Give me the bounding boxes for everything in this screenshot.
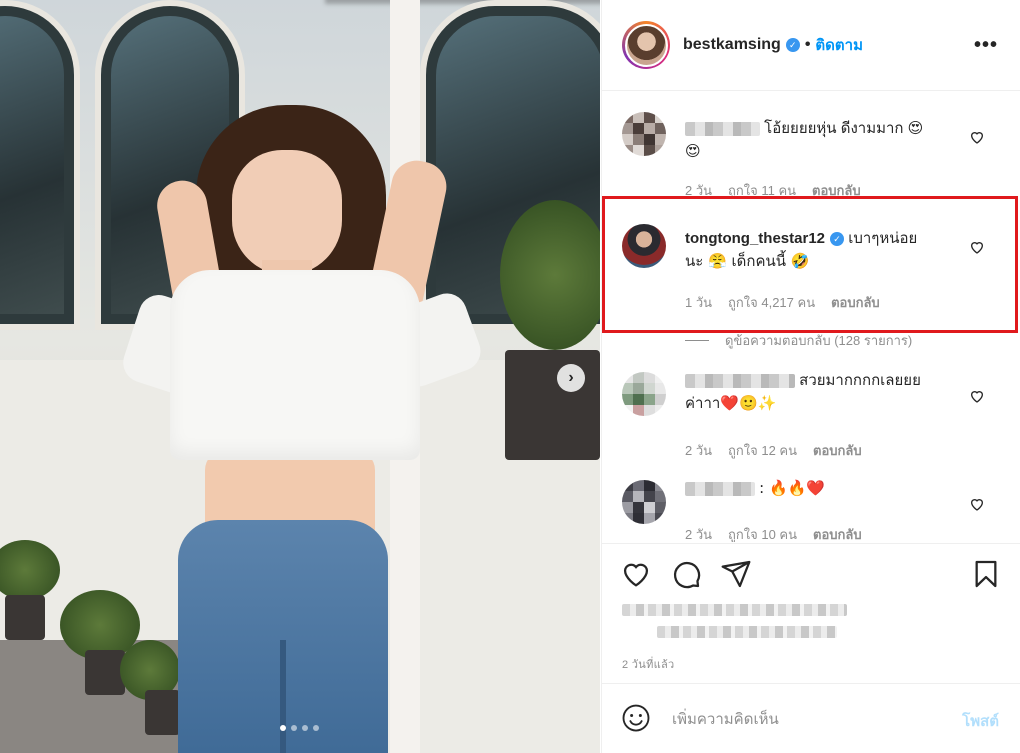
- post-sidebar: bestkamsing ✓ • ติดตาม ••• โอ้ยยยยหุ่น ด…: [601, 0, 1020, 753]
- commenter-avatar-blurred[interactable]: [622, 480, 666, 524]
- background-window: [0, 0, 80, 330]
- comment-composer: โพสต์: [602, 683, 1020, 753]
- comment-likes[interactable]: ถูกใจ 4,217 คน: [728, 292, 815, 313]
- carousel-dot: [313, 725, 319, 731]
- blurred-username[interactable]: [685, 374, 795, 389]
- plant-pot: [145, 690, 180, 735]
- comment-likes[interactable]: ถูกใจ 12 คน: [728, 440, 797, 461]
- bookmark-icon[interactable]: [970, 558, 1002, 590]
- comment-body: : 🔥🔥❤️: [685, 477, 955, 500]
- comment-age: 1 วัน: [685, 295, 713, 310]
- carousel-dot: [291, 725, 297, 731]
- blurred-likes-summary: [657, 626, 837, 638]
- next-slide-button[interactable]: ›: [557, 364, 585, 392]
- comment-text-line2: ค่าาา❤️🙂✨: [685, 394, 777, 412]
- reply-button[interactable]: ตอบกลับ: [831, 292, 880, 313]
- follow-button[interactable]: ติดตาม: [815, 33, 863, 57]
- plant-pot: [5, 595, 45, 640]
- share-icon[interactable]: [720, 558, 752, 590]
- comment-text: เบาๆหน่อย: [848, 230, 918, 247]
- carousel-indicator: [280, 725, 319, 731]
- view-replies-label: ดูข้อความตอบกลับ (128 รายการ): [725, 333, 913, 348]
- comment-meta: 1 วัน ถูกใจ 4,217 คน ตอบกลับ: [685, 292, 880, 313]
- post-actions: [602, 543, 1020, 603]
- post-header: bestkamsing ✓ • ติดตาม •••: [602, 0, 1020, 91]
- comment-like-heart-icon[interactable]: [969, 388, 985, 404]
- comment-age: 2 วัน: [685, 443, 713, 458]
- chevron-right-icon: ›: [568, 369, 574, 386]
- blurred-username[interactable]: [685, 122, 760, 137]
- post-photo[interactable]: ›: [0, 0, 600, 753]
- comment-input[interactable]: [672, 706, 932, 732]
- post-time-ago[interactable]: 2 วันที่แล้ว: [622, 655, 675, 673]
- jeans-seam: [280, 640, 286, 753]
- comment-text: สวยมากกกกเลยยย: [799, 372, 921, 389]
- comment-likes[interactable]: ถูกใจ 10 คน: [728, 524, 797, 542]
- header-separator: •: [804, 36, 811, 53]
- comment-body: tongtong_thestar12 ✓ เบาๆหน่อย นะ 😤 เด็กค…: [685, 227, 955, 273]
- reply-button[interactable]: ตอบกลับ: [813, 440, 862, 461]
- reply-button[interactable]: ตอบกลับ: [813, 524, 862, 542]
- author-avatar[interactable]: [622, 21, 670, 69]
- verified-badge-icon: ✓: [830, 232, 845, 247]
- person-shirt: [170, 270, 420, 460]
- commenter-username[interactable]: tongtong_thestar12: [685, 230, 825, 247]
- commenter-avatar-blurred[interactable]: [622, 372, 666, 416]
- plant-pot: [505, 350, 600, 460]
- blurred-likes-summary: [622, 604, 847, 616]
- comment-text: : 🔥🔥❤️: [759, 479, 826, 497]
- person-face: [232, 150, 342, 275]
- comment-meta: 2 วัน ถูกใจ 10 คน ตอบกลับ: [685, 524, 862, 542]
- comment-age: 2 วัน: [685, 527, 713, 542]
- comment-icon[interactable]: [670, 558, 702, 590]
- comment-text-line2: นะ 😤 เด็กคนนี้ 🤣: [685, 252, 810, 270]
- plant: [500, 200, 600, 350]
- carousel-dot: [302, 725, 308, 731]
- comment-like-heart-icon[interactable]: [969, 496, 985, 512]
- comment-text-line2: 😍: [685, 142, 701, 160]
- smile-icon[interactable]: [621, 703, 651, 733]
- author-username[interactable]: bestkamsing: [683, 36, 781, 54]
- verified-badge-icon: ✓: [785, 38, 800, 52]
- comment-body: โอ้ยยยยหุ่น ดีงามมาก 😍 😍: [685, 117, 955, 163]
- replies-line: [685, 340, 709, 341]
- plant-pot: [85, 650, 125, 695]
- comment-text: โอ้ยยยยหุ่น ดีงามมาก 😍: [764, 120, 924, 137]
- post-comment-button[interactable]: โพสต์: [962, 709, 999, 733]
- blurred-username[interactable]: [685, 482, 755, 497]
- carousel-dot: [280, 725, 286, 731]
- comment-body: สวยมากกกกเลยยย ค่าาา❤️🙂✨: [685, 369, 955, 415]
- commenter-avatar[interactable]: [622, 224, 666, 268]
- comment-like-heart-icon[interactable]: [969, 129, 985, 145]
- heart-icon[interactable]: [620, 558, 652, 590]
- comment-like-heart-icon[interactable]: [969, 239, 985, 255]
- comment-meta: 2 วัน ถูกใจ 12 คน ตอบกลับ: [685, 440, 862, 461]
- comments-list[interactable]: โอ้ยยยยหุ่น ดีงามมาก 😍 😍 2 วัน ถูกใจ 11 …: [602, 92, 1020, 542]
- view-replies-button[interactable]: ดูข้อความตอบกลับ (128 รายการ): [685, 330, 912, 351]
- commenter-avatar-blurred[interactable]: [622, 112, 666, 156]
- more-options-icon[interactable]: •••: [974, 35, 998, 55]
